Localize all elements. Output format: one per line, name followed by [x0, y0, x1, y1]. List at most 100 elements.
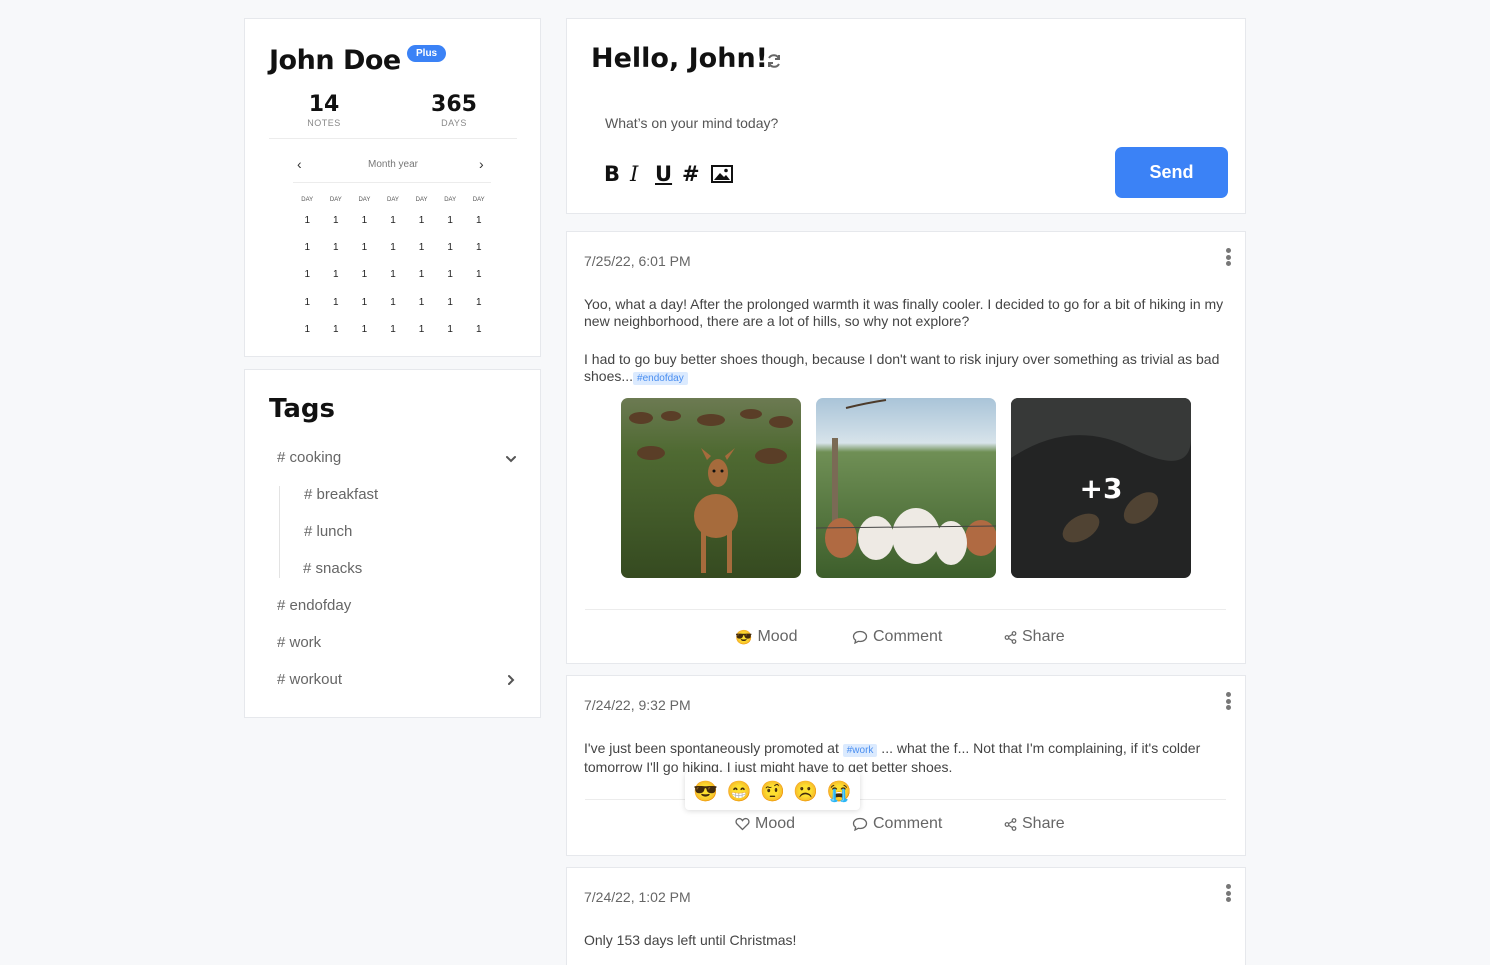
calendar-day[interactable]: 1: [436, 261, 465, 288]
calendar-day[interactable]: 1: [464, 289, 493, 316]
calendar-day[interactable]: 1: [322, 207, 351, 234]
note-post: 7/24/22, 1:02 PM Only 153 days left unti…: [566, 867, 1246, 965]
mood-emoji: 😎: [735, 628, 753, 645]
mood-option-crying[interactable]: 😭: [827, 779, 852, 804]
note-input[interactable]: [605, 115, 1165, 131]
weekday: DAY: [329, 197, 342, 203]
kebab-menu-icon[interactable]: [1225, 692, 1231, 710]
mood-option-cool[interactable]: 😎: [693, 779, 718, 804]
tag-endofday[interactable]: # endofday: [277, 597, 351, 614]
calendar-divider: [293, 182, 491, 183]
calendar-day[interactable]: 1: [464, 234, 493, 261]
calendar-week-row: 1111111: [293, 289, 493, 316]
comment-button[interactable]: Comment: [852, 628, 942, 646]
photo-more[interactable]: +3: [1011, 398, 1191, 578]
bold-button[interactable]: B: [604, 162, 620, 186]
calendar-day[interactable]: 1: [436, 289, 465, 316]
weekday: DAY: [301, 197, 314, 203]
post-date: 7/25/22, 6:01 PM: [584, 253, 691, 269]
days-label: DAYS: [441, 118, 467, 128]
calendar-day[interactable]: 1: [322, 316, 351, 343]
tag-workout[interactable]: # workout: [277, 671, 342, 688]
calendar-next-button[interactable]: ›: [479, 156, 484, 172]
calendar-day[interactable]: 1: [350, 261, 379, 288]
share-button[interactable]: Share: [1004, 628, 1065, 646]
mood-option-skeptical[interactable]: 🤨: [760, 779, 785, 804]
weekday: DAY: [444, 197, 457, 203]
profile-name: John Doe: [269, 45, 401, 76]
calendar-day[interactable]: 1: [379, 207, 408, 234]
mood-button[interactable]: Mood: [735, 815, 795, 833]
send-button[interactable]: Send: [1115, 147, 1228, 198]
comment-icon: [852, 817, 868, 831]
calendar-day[interactable]: 1: [407, 289, 436, 316]
calendar-day[interactable]: 1: [436, 207, 465, 234]
calendar-day[interactable]: 1: [379, 234, 408, 261]
calendar-day[interactable]: 1: [350, 289, 379, 316]
post-paragraph: Yoo, what a day! After the prolonged war…: [584, 296, 1224, 329]
comment-button[interactable]: Comment: [852, 815, 942, 833]
photo-cows[interactable]: [816, 398, 996, 578]
mood-button[interactable]: 😎 Mood: [735, 628, 797, 646]
tag-lunch[interactable]: # lunch: [304, 523, 352, 540]
calendar-day[interactable]: 1: [379, 261, 408, 288]
share-button[interactable]: Share: [1004, 815, 1065, 833]
tags-title: Tags: [269, 394, 336, 424]
calendar-day[interactable]: 1: [407, 316, 436, 343]
refresh-icon[interactable]: [765, 52, 783, 70]
calendar-day[interactable]: 1: [436, 316, 465, 343]
calendar-day[interactable]: 1: [436, 234, 465, 261]
profile-card: John Doe Plus 14 NOTES 365 DAYS ‹ Month …: [244, 18, 541, 357]
chevron-down-icon[interactable]: [504, 452, 518, 466]
calendar-day[interactable]: 1: [350, 207, 379, 234]
notes-stat: 14 NOTES: [279, 92, 369, 128]
calendar-week-row: 1111111: [293, 261, 493, 288]
kebab-menu-icon[interactable]: [1225, 884, 1231, 902]
tag-cooking[interactable]: # cooking: [277, 449, 341, 466]
calendar-day[interactable]: 1: [407, 261, 436, 288]
notes-count: 14: [308, 92, 340, 117]
hashtag-button[interactable]: #: [682, 162, 700, 186]
calendar-week-row: 1111111: [293, 316, 493, 343]
comment-label: Comment: [873, 628, 943, 645]
tag-work[interactable]: # work: [277, 634, 321, 651]
calendar-day[interactable]: 1: [293, 207, 322, 234]
calendar-day[interactable]: 1: [293, 234, 322, 261]
calendar-day[interactable]: 1: [293, 261, 322, 288]
mood-option-grin[interactable]: 😁: [727, 779, 752, 804]
calendar-day[interactable]: 1: [464, 261, 493, 288]
heart-icon: [735, 817, 750, 831]
calendar-day[interactable]: 1: [322, 289, 351, 316]
hashtag-link[interactable]: #work: [842, 744, 878, 757]
mood-picker: 😎 😁 🤨 ☹️ 😭: [685, 772, 860, 810]
kebab-menu-icon[interactable]: [1225, 248, 1231, 266]
image-icon[interactable]: [711, 165, 733, 183]
tag-snacks[interactable]: # snacks: [303, 560, 362, 577]
comment-label: Comment: [873, 815, 943, 832]
chevron-right-icon[interactable]: [504, 673, 518, 687]
calendar-day[interactable]: 1: [379, 289, 408, 316]
post-paragraph: I've just been spontaneously promoted at…: [584, 740, 1224, 776]
calendar-day[interactable]: 1: [350, 316, 379, 343]
post-paragraph: Only 153 days left until Christmas!: [584, 932, 797, 948]
mood-option-sad[interactable]: ☹️: [793, 779, 818, 804]
calendar-day[interactable]: 1: [407, 207, 436, 234]
hashtag-link[interactable]: #endofday: [633, 372, 688, 385]
calendar-day[interactable]: 1: [322, 234, 351, 261]
calendar-day[interactable]: 1: [322, 261, 351, 288]
underline-button[interactable]: U: [655, 162, 672, 186]
calendar-day[interactable]: 1: [293, 316, 322, 343]
calendar-week-row: 1111111: [293, 207, 493, 234]
calendar-day[interactable]: 1: [464, 316, 493, 343]
weekday: DAY: [358, 197, 371, 203]
calendar-day[interactable]: 1: [293, 289, 322, 316]
calendar-day[interactable]: 1: [350, 234, 379, 261]
weekday: DAY: [387, 197, 399, 203]
tag-breakfast[interactable]: # breakfast: [304, 486, 378, 503]
calendar-day[interactable]: 1: [464, 207, 493, 234]
calendar-day[interactable]: 1: [379, 316, 408, 343]
share-label: Share: [1022, 628, 1065, 645]
calendar-day[interactable]: 1: [407, 234, 436, 261]
photo-deer[interactable]: [621, 398, 801, 578]
italic-button[interactable]: I: [630, 162, 638, 186]
